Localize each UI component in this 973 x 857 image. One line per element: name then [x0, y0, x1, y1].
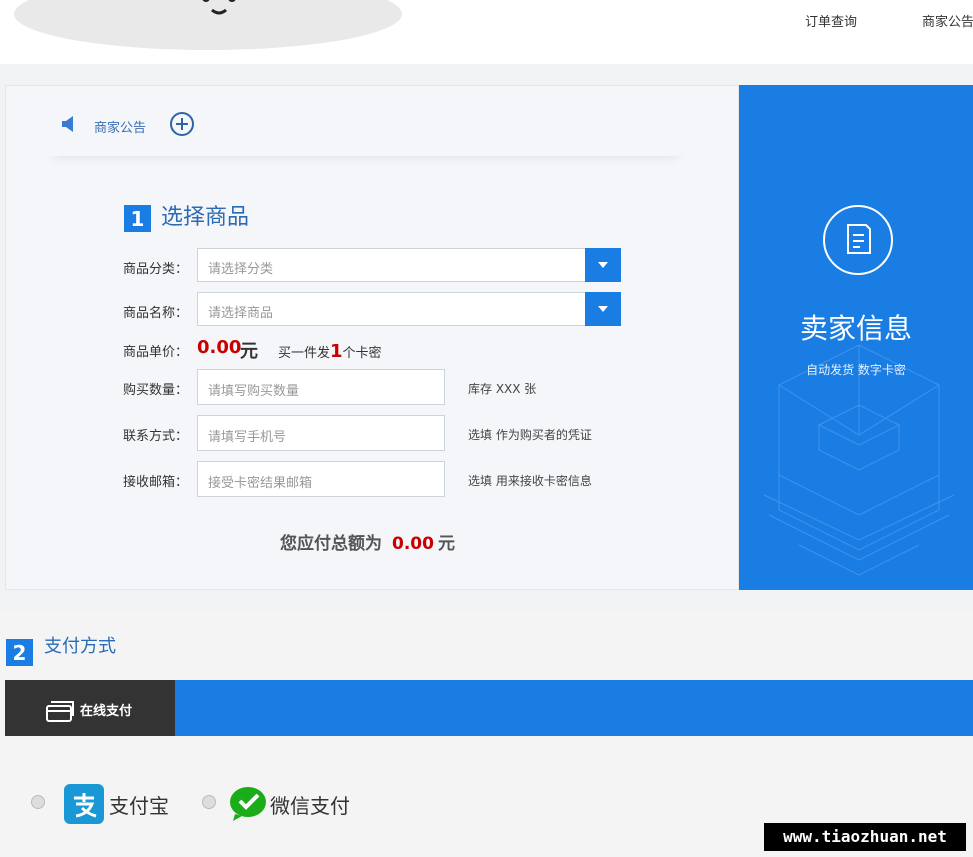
category-placeholder: 请选择分类	[208, 262, 274, 277]
site-logo[interactable]	[14, 0, 402, 50]
document-circle-icon	[823, 205, 893, 275]
total-amount: 您应付总额为 0.00 元	[280, 529, 455, 554]
buy-note-prefix: 买一件发	[278, 346, 331, 361]
logo-face-icon	[202, 0, 236, 15]
seller-tags: 自动发货 数字卡密	[806, 363, 906, 377]
total-label: 您应付总额为	[280, 534, 382, 554]
price-unit: 元	[240, 341, 258, 362]
watermark: www.tiaozhuan.net	[764, 823, 966, 851]
tab-online-payment-label: 在线支付	[80, 704, 133, 719]
unit-price-value: 0.00	[197, 337, 242, 358]
buy-note: 买一件发1个卡密	[278, 341, 382, 362]
nav-merchant-notice[interactable]: 商家公告	[922, 11, 973, 30]
payment-tab-bar: 在线支付	[5, 680, 973, 736]
buy-note-suffix: 个卡密	[342, 346, 382, 361]
product-placeholder: 请选择商品	[208, 306, 274, 321]
alipay-label[interactable]: 支付宝	[109, 790, 169, 819]
step-number-2: 2	[6, 639, 33, 666]
seller-info-panel: 卖家信息 自动发货 数字卡密	[739, 85, 973, 590]
chevron-down-icon[interactable]	[585, 248, 621, 282]
card-icon	[46, 701, 74, 722]
quantity-placeholder: 请填写购买数量	[208, 384, 300, 399]
quantity-label: 购买数量：	[123, 383, 189, 398]
wechat-radio[interactable]	[202, 795, 216, 809]
wechat-pay-label[interactable]: 微信支付	[270, 790, 350, 819]
payment-title: 支付方式	[44, 636, 116, 657]
contact-hint: 选填 作为购买者的凭证	[468, 428, 592, 442]
tab-online-payment[interactable]: 在线支付	[5, 680, 175, 736]
price-label: 商品单价：	[123, 345, 189, 360]
buy-note-count: 1	[330, 341, 343, 362]
email-input[interactable]: 接受卡密结果邮箱	[197, 461, 445, 497]
contact-input[interactable]: 请填写手机号	[197, 415, 445, 451]
alipay-icon[interactable]	[64, 784, 104, 824]
quantity-input[interactable]: 请填写购买数量	[197, 369, 445, 405]
contact-label: 联系方式：	[123, 429, 189, 444]
nav-order-query[interactable]: 订单查询	[805, 11, 857, 30]
seller-info-title: 卖家信息	[799, 312, 912, 345]
step-number: 1	[124, 205, 151, 232]
step-title: 选择商品	[161, 205, 250, 230]
email-placeholder: 接受卡密结果邮箱	[208, 476, 313, 491]
product-select[interactable]: 请选择商品	[197, 292, 621, 326]
category-label: 商品分类：	[123, 262, 189, 277]
notice-bar: 商家公告	[46, 104, 686, 156]
top-bar: 订单查询 商家公告	[0, 0, 973, 64]
expand-plus-icon[interactable]	[170, 112, 194, 136]
contact-placeholder: 请填写手机号	[208, 430, 287, 445]
wechat-icon[interactable]	[229, 786, 269, 822]
total-value: 0.00	[392, 534, 434, 554]
notice-label: 商家公告	[94, 121, 147, 136]
stock-hint: 库存 XXX 张	[468, 382, 537, 396]
category-select[interactable]: 请选择分类	[197, 248, 621, 282]
alipay-radio[interactable]	[31, 795, 45, 809]
email-hint: 选填 用来接收卡密信息	[468, 474, 592, 488]
speaker-icon	[62, 116, 73, 132]
product-label: 商品名称：	[123, 306, 189, 321]
total-unit: 元	[437, 534, 455, 554]
chevron-down-icon[interactable]	[585, 292, 621, 326]
order-form-card: 商家公告 1 选择商品 商品分类： 请选择分类 商品名称： 请选择商品 商品单价…	[5, 85, 739, 590]
email-label: 接收邮箱：	[123, 475, 189, 490]
